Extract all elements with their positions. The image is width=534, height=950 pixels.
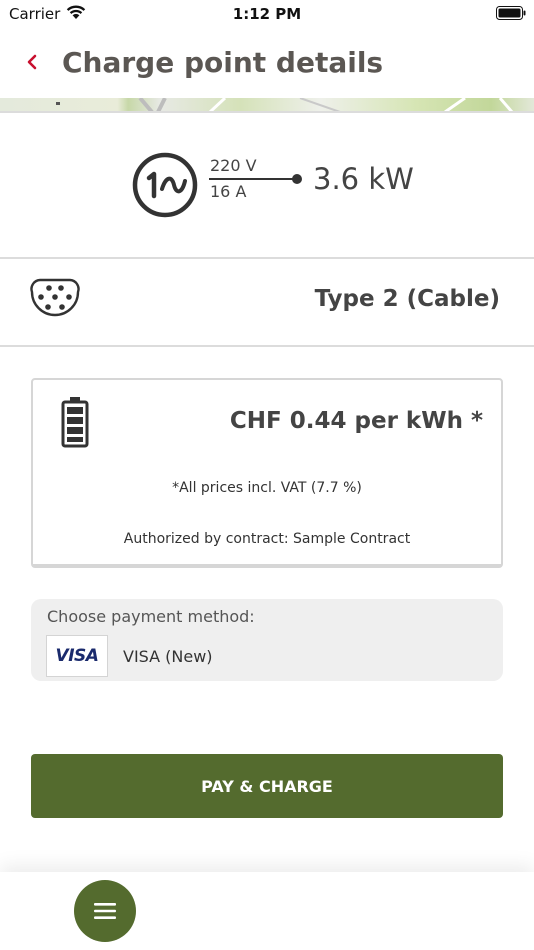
bottom-bar	[0, 872, 534, 950]
type2-connector-icon	[30, 278, 80, 317]
power-value: 3.6 kW	[313, 162, 414, 196]
tariff-card: CHF 0.44 per kWh * *All prices incl. VAT…	[31, 378, 503, 568]
power-line	[209, 178, 299, 180]
tariff-price: CHF 0.44 per kWh *	[229, 408, 483, 434]
contract-note: Authorized by contract: Sample Contract	[123, 531, 411, 547]
chevron-left-icon[interactable]	[22, 50, 42, 74]
divider	[0, 257, 534, 259]
menu-button[interactable]	[74, 880, 136, 942]
map-preview[interactable]	[0, 98, 534, 112]
payment-method-name[interactable]: VISA (New)	[123, 647, 213, 666]
connector-info: Type 2 (Cable)	[0, 260, 534, 346]
voltage-value: 220 V	[210, 156, 257, 175]
battery-status-icon	[496, 6, 526, 20]
header: Charge point details	[0, 40, 534, 96]
hamburger-menu-icon	[94, 903, 116, 919]
payment-label: Choose payment method:	[47, 607, 255, 626]
current-value: 16 A	[210, 182, 247, 201]
divider	[0, 345, 534, 347]
status-bar: Carrier 1:12 PM	[0, 0, 534, 28]
visa-card-icon[interactable]: VISA	[46, 635, 108, 677]
status-time: 1:12 PM	[232, 5, 302, 23]
single-phase-icon	[132, 152, 198, 218]
connector-type: Type 2 (Cable)	[314, 286, 500, 312]
divider	[0, 111, 534, 113]
page-title: Charge point details	[62, 46, 384, 79]
pay-and-charge-button[interactable]: PAY & CHARGE	[31, 754, 503, 818]
vat-note: *All prices incl. VAT (7.7 %)	[172, 480, 362, 496]
power-info: 220 V 16 A 3.6 kW	[0, 114, 534, 258]
power-dot	[292, 174, 302, 184]
battery-full-icon	[61, 397, 89, 448]
payment-method-selector[interactable]: Choose payment method: VISA VISA (New)	[31, 599, 503, 681]
